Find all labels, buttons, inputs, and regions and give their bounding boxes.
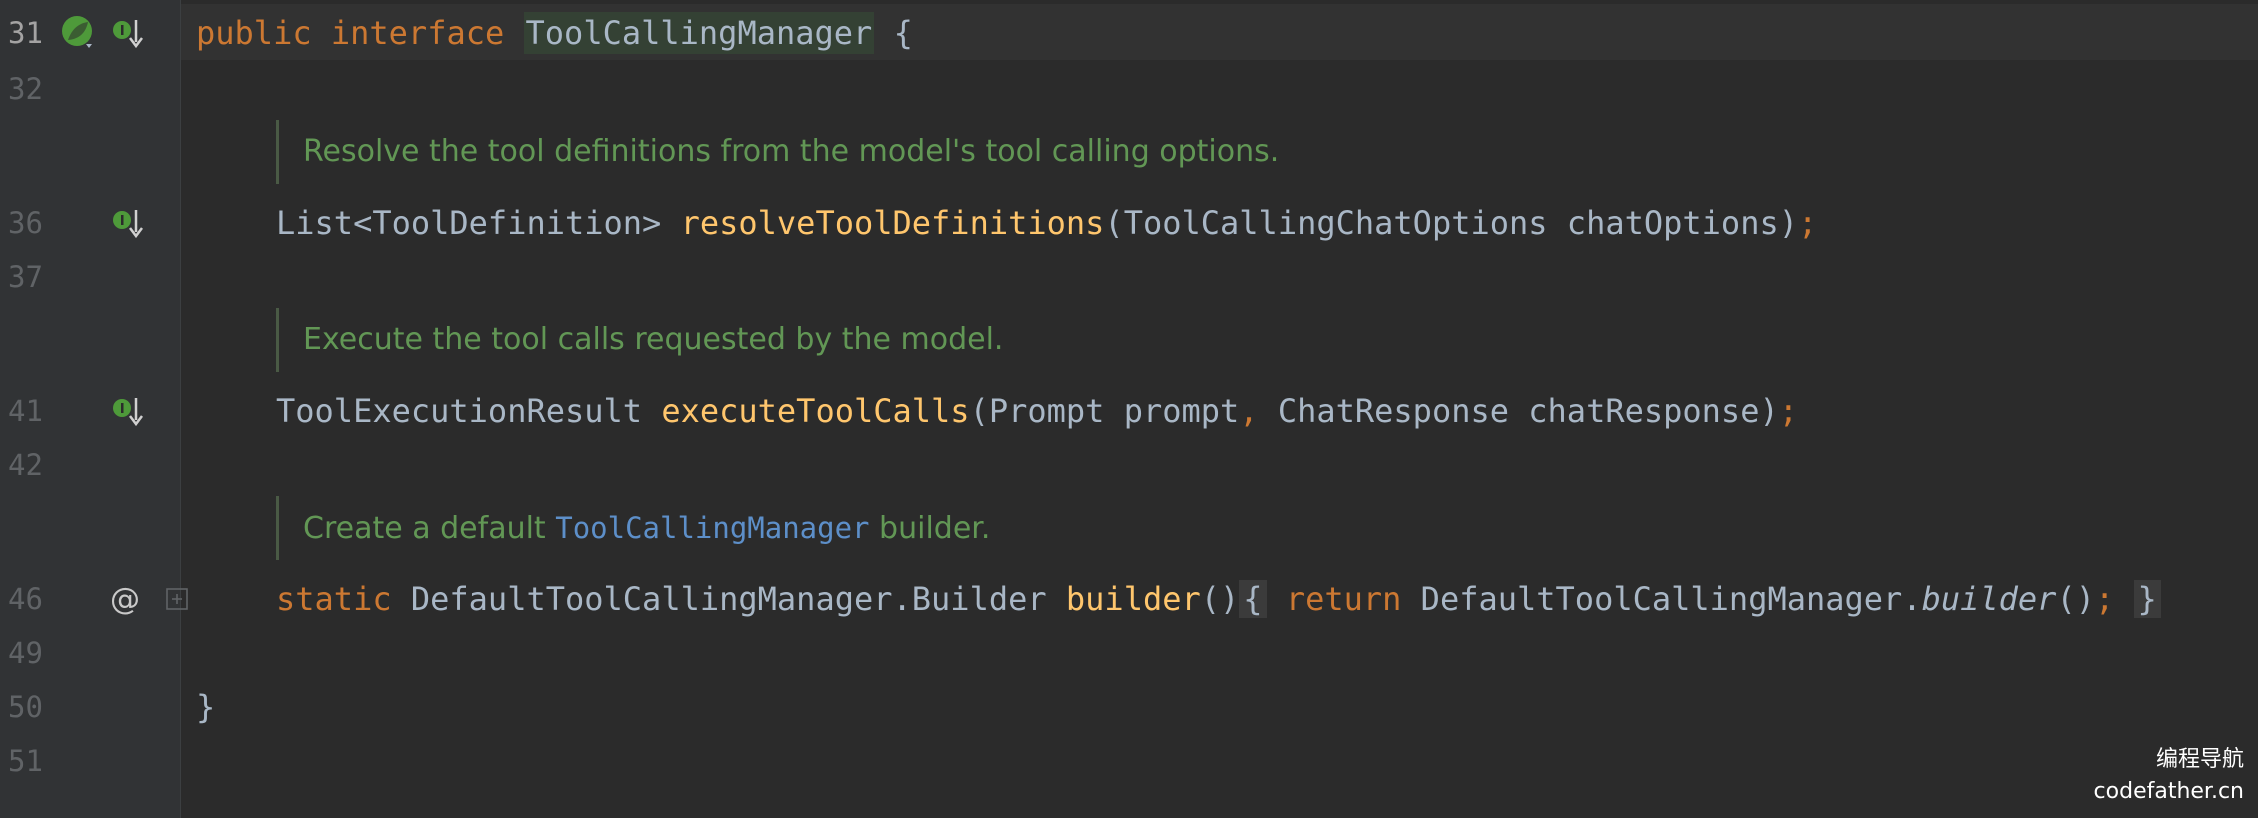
- code-line-32[interactable]: 32: [0, 62, 2258, 116]
- doc-text-after: builder.: [869, 511, 991, 546]
- closing-brace: }: [196, 688, 216, 726]
- line-number: 31: [8, 16, 43, 50]
- spring-bean-icon[interactable]: [60, 6, 98, 60]
- watermark-title: 编程导航: [2155, 747, 2244, 772]
- static-call: builder: [1921, 580, 2057, 618]
- line-number: 37: [8, 260, 43, 294]
- return-type: ToolExecutionResult: [276, 392, 643, 430]
- interface-name[interactable]: ToolCallingManager: [523, 12, 875, 54]
- implemented-by-icon[interactable]: [110, 384, 144, 438]
- fold-expand-icon[interactable]: [166, 572, 188, 626]
- watermark: 编程导航 codefather.cn: [2094, 744, 2244, 808]
- parameter-2: ChatResponse chatResponse): [1258, 392, 1779, 430]
- code-line-51[interactable]: 51: [0, 734, 2258, 788]
- code-line-50[interactable]: 50 }: [0, 680, 2258, 734]
- folded-open-brace[interactable]: {: [1239, 580, 1267, 618]
- line-number: 50: [8, 690, 43, 724]
- javadoc-builder[interactable]: Create a default ToolCallingManager buil…: [276, 496, 990, 560]
- code-line-46[interactable]: 46 @ static DefaultToolCallingManager.Bu…: [0, 572, 2258, 626]
- watermark-url: codefather.cn: [2093, 779, 2244, 804]
- semicolon: ;: [1778, 392, 1798, 430]
- parens: (): [1200, 580, 1240, 618]
- annotation-at-icon[interactable]: @: [110, 572, 140, 626]
- doc-text-before: Create a default: [303, 511, 556, 546]
- doc-link-toolcallingmanager[interactable]: ToolCallingManager: [555, 511, 869, 545]
- folded-close-brace[interactable]: }: [2133, 580, 2161, 618]
- code-line-36[interactable]: 36 List<ToolDefinition> resolveToolDefin…: [0, 196, 2258, 250]
- line-number: 42: [8, 448, 43, 482]
- keyword-static: static: [276, 580, 392, 618]
- javadoc-execute[interactable]: Execute the tool calls requested by the …: [276, 308, 1003, 372]
- method-name[interactable]: executeToolCalls: [661, 392, 969, 430]
- keyword-public: public: [196, 14, 312, 52]
- keyword-interface: interface: [330, 14, 505, 52]
- method-name[interactable]: resolveToolDefinitions: [681, 204, 1105, 242]
- code-text: public interface ToolCallingManager {: [196, 6, 913, 60]
- line-number: 51: [8, 744, 43, 778]
- line-number: 41: [8, 394, 43, 428]
- parameter-1: (Prompt prompt: [969, 392, 1240, 430]
- line-number: 49: [8, 636, 43, 670]
- code-line-49[interactable]: 49: [0, 626, 2258, 680]
- code-text: List<ToolDefinition> resolveToolDefiniti…: [276, 196, 1817, 250]
- code-line-41[interactable]: 41 ToolExecutionResult executeToolCalls(…: [0, 384, 2258, 438]
- line-number: 46: [8, 582, 43, 616]
- javadoc-resolve[interactable]: Resolve the tool definitions from the mo…: [276, 120, 1279, 184]
- comma: ,: [1239, 392, 1259, 430]
- code-text: ToolExecutionResult executeToolCalls(Pro…: [276, 384, 1798, 438]
- implemented-by-icon[interactable]: [110, 6, 144, 60]
- code-line-42[interactable]: 42: [0, 438, 2258, 492]
- parameters: (ToolCallingChatOptions chatOptions): [1104, 204, 1798, 242]
- code-line-37[interactable]: 37: [0, 250, 2258, 304]
- semicolon: ;: [2094, 580, 2115, 618]
- return-type: DefaultToolCallingManager.Builder: [410, 580, 1047, 618]
- return-type: List<ToolDefinition>: [276, 204, 662, 242]
- method-name[interactable]: builder: [1066, 580, 1201, 618]
- line-number: 32: [8, 72, 43, 106]
- code-text: static DefaultToolCallingManager.Builder…: [276, 572, 2161, 626]
- implemented-by-icon[interactable]: [110, 196, 144, 250]
- semicolon: ;: [1797, 204, 1818, 242]
- keyword-return: return: [1285, 580, 1402, 618]
- call-parens: (): [2056, 580, 2095, 618]
- return-target: DefaultToolCallingManager.: [1420, 580, 1922, 618]
- code-line-31[interactable]: 31 public interface ToolCallingManager {: [0, 6, 2258, 60]
- open-brace: {: [893, 14, 913, 52]
- code-editor[interactable]: 31 public interface ToolCallingManager {…: [0, 0, 2258, 818]
- line-number: 36: [8, 206, 43, 240]
